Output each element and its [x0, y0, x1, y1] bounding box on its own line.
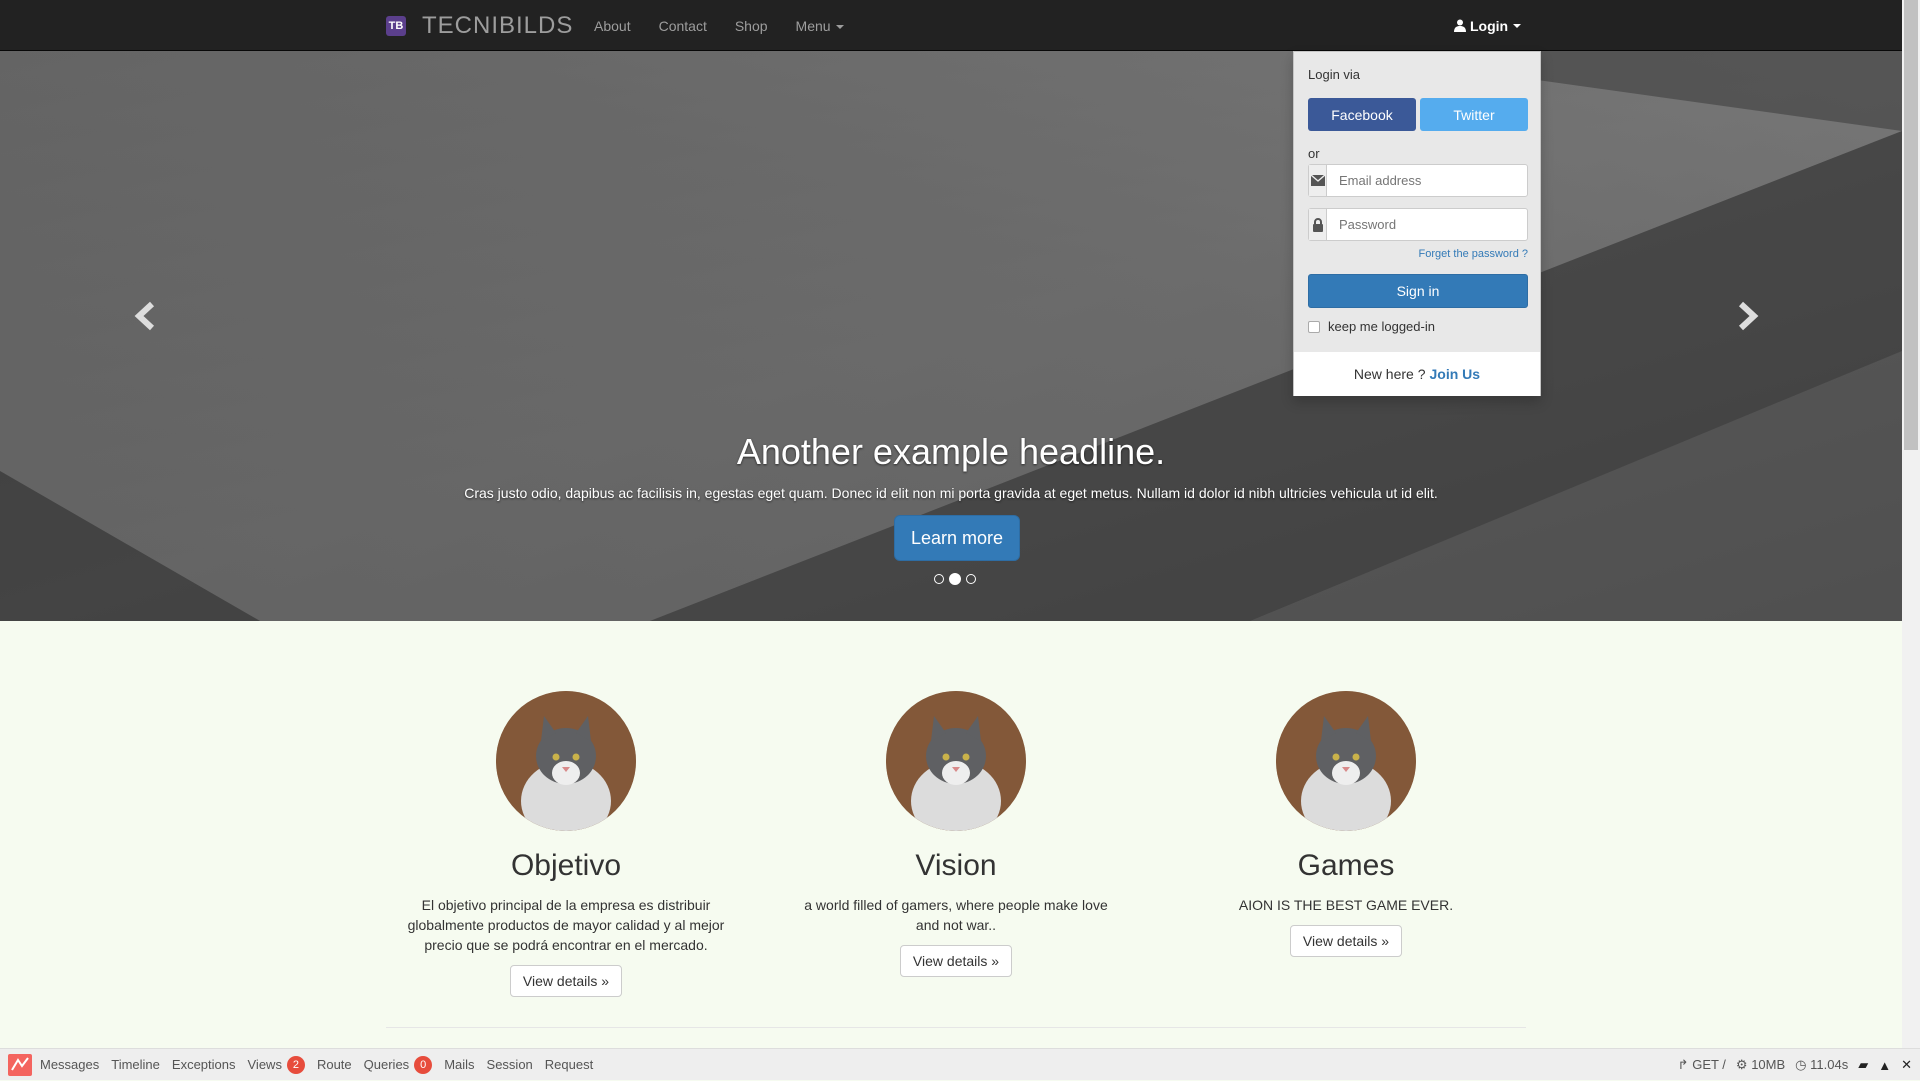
brand-name: TECNIBILDS — [422, 12, 574, 39]
section-divider — [386, 1027, 1526, 1028]
page-scrollbar[interactable] — [1902, 0, 1920, 1048]
debug-tab-queries[interactable]: Queries 0 — [363, 1055, 433, 1074]
caret-down-icon — [1513, 23, 1522, 28]
close-icon[interactable]: ✕ — [1901, 1057, 1912, 1073]
chevron-right-icon — [1738, 301, 1759, 331]
clock-icon: ◷ — [1795, 1057, 1807, 1072]
brand[interactable]: TB TECNIBILDS — [386, 12, 574, 39]
share-icon: ↱ — [1677, 1057, 1689, 1072]
login-footer: New here ? Join Us — [1294, 352, 1540, 396]
keep-logged-in-label: keep me logged-in — [1328, 319, 1435, 334]
debugbar-logo-icon[interactable] — [8, 1053, 32, 1076]
password-input[interactable] — [1327, 209, 1527, 240]
password-input-group — [1308, 208, 1528, 241]
debug-tab-timeline[interactable]: Timeline — [111, 1057, 160, 1072]
route-method: ↱ GET / — [1678, 1057, 1726, 1073]
debug-tab-mails[interactable]: Mails — [444, 1057, 474, 1072]
chevron-up-icon[interactable]: ▲ — [1878, 1058, 1891, 1073]
carousel-next-button[interactable] — [1728, 296, 1768, 336]
carousel-prev-button[interactable] — [125, 296, 165, 336]
hero-carousel: Another example headline. Cras justo odi… — [0, 51, 1902, 621]
nav-menu-label: Menu — [795, 17, 831, 34]
feature-title: Vision — [915, 849, 997, 882]
forgot-password-link[interactable]: Forget the password ? — [1419, 248, 1528, 260]
view-details-button[interactable]: View details » — [509, 965, 623, 997]
top-navbar: TB TECNIBILDS About Contact Shop Menu Lo… — [0, 0, 1902, 51]
login-label: Login — [1470, 17, 1509, 34]
keep-logged-in: keep me logged-in — [1308, 319, 1435, 334]
caret-down-icon — [835, 24, 844, 29]
feature-vision: Vision a world filled of gamers, where p… — [776, 691, 1136, 977]
feature-text: AION IS THE BEST GAME EVER. — [1238, 897, 1454, 913]
debug-tab-views[interactable]: Views 2 — [247, 1055, 305, 1074]
debug-tab-request[interactable]: Request — [545, 1057, 593, 1072]
email-input-group — [1308, 164, 1528, 197]
carousel-indicators — [934, 573, 976, 585]
cogs-icon: ⚙ — [1735, 1057, 1748, 1072]
facebook-login-button[interactable]: Facebook — [1308, 98, 1416, 131]
view-details-button[interactable]: View details » — [899, 945, 1013, 977]
feature-games: Games AION IS THE BEST GAME EVER. View d… — [1166, 691, 1526, 957]
debug-tab-session[interactable]: Session — [487, 1057, 533, 1072]
carousel-indicator-2[interactable] — [949, 573, 961, 585]
feature-image — [886, 691, 1026, 831]
queries-count-badge: 0 — [414, 1055, 433, 1074]
nav-menu-dropdown[interactable]: Menu — [796, 18, 844, 34]
debug-tab-label: Views — [247, 1057, 282, 1072]
feature-title: Objetivo — [510, 849, 622, 882]
new-here-label: New here ? — [1353, 366, 1426, 382]
memory-value: 10MB — [1751, 1057, 1786, 1072]
main-nav: About Contact Shop Menu — [594, 0, 872, 51]
debug-tab-messages[interactable]: Messages — [40, 1057, 99, 1072]
login-via-label: Login via — [1308, 67, 1361, 82]
debug-bar: Messages Timeline Exceptions Views 2 Rout… — [0, 1048, 1920, 1080]
feature-image — [496, 691, 636, 831]
view-details-button[interactable]: View details » — [1289, 925, 1403, 957]
brand-logo: TB — [386, 16, 406, 36]
envelope-icon — [1309, 165, 1327, 196]
route-method-label: GET / — [1692, 1057, 1726, 1072]
feature-image — [1276, 691, 1416, 831]
login-dropdown-toggle[interactable]: Login — [1454, 0, 1522, 51]
feature-objetivo: Objetivo El objetivo principal de la emp… — [386, 691, 746, 997]
carousel-text: Cras justo odio, dapibus ac facilisis in… — [464, 485, 1438, 501]
memory-usage: ⚙ 10MB — [1736, 1057, 1785, 1073]
views-count-badge: 2 — [286, 1055, 305, 1074]
sign-in-button[interactable]: Sign in — [1308, 274, 1528, 308]
time-value: 11.04s — [1810, 1057, 1849, 1072]
debug-tab-route[interactable]: Route — [317, 1057, 352, 1072]
nav-shop[interactable]: Shop — [735, 18, 768, 34]
folder-open-icon[interactable]: ▰ — [1858, 1057, 1868, 1073]
login-dropdown-panel: Login via Facebook Twitter or Forget the… — [1293, 51, 1541, 396]
debug-tab-exceptions[interactable]: Exceptions — [172, 1057, 236, 1072]
debug-tab-label: Queries — [363, 1057, 410, 1072]
carousel-headline: Another example headline. — [736, 431, 1166, 472]
feature-text: a world filled of gamers, where people m… — [804, 897, 1108, 933]
lock-icon — [1309, 209, 1327, 240]
keep-logged-in-checkbox[interactable] — [1308, 320, 1320, 333]
debugbar-status: ↱ GET / ⚙ 10MB ◷ 11.04s ▰ ▲ ✕ — [1678, 1049, 1912, 1081]
learn-more-button[interactable]: Learn more — [894, 515, 1020, 561]
request-time: ◷ 11.04s — [1795, 1057, 1848, 1073]
chevron-left-icon — [134, 301, 155, 331]
carousel-indicator-3[interactable] — [966, 574, 976, 584]
carousel-indicator-1[interactable] — [934, 574, 944, 584]
twitter-login-button[interactable]: Twitter — [1420, 98, 1528, 131]
nav-about[interactable]: About — [594, 18, 631, 34]
join-us-link[interactable]: Join Us — [1430, 366, 1481, 382]
nav-contact[interactable]: Contact — [659, 18, 707, 34]
feature-title: Games — [1297, 849, 1395, 882]
carousel-caption: Another example headline. Cras justo odi… — [0, 431, 1902, 501]
or-label: or — [1308, 146, 1320, 161]
feature-text: El objetivo principal de la empresa es d… — [407, 897, 725, 953]
scrollbar-thumb[interactable] — [1904, 0, 1918, 450]
email-input[interactable] — [1327, 165, 1527, 196]
user-icon — [1454, 19, 1466, 32]
